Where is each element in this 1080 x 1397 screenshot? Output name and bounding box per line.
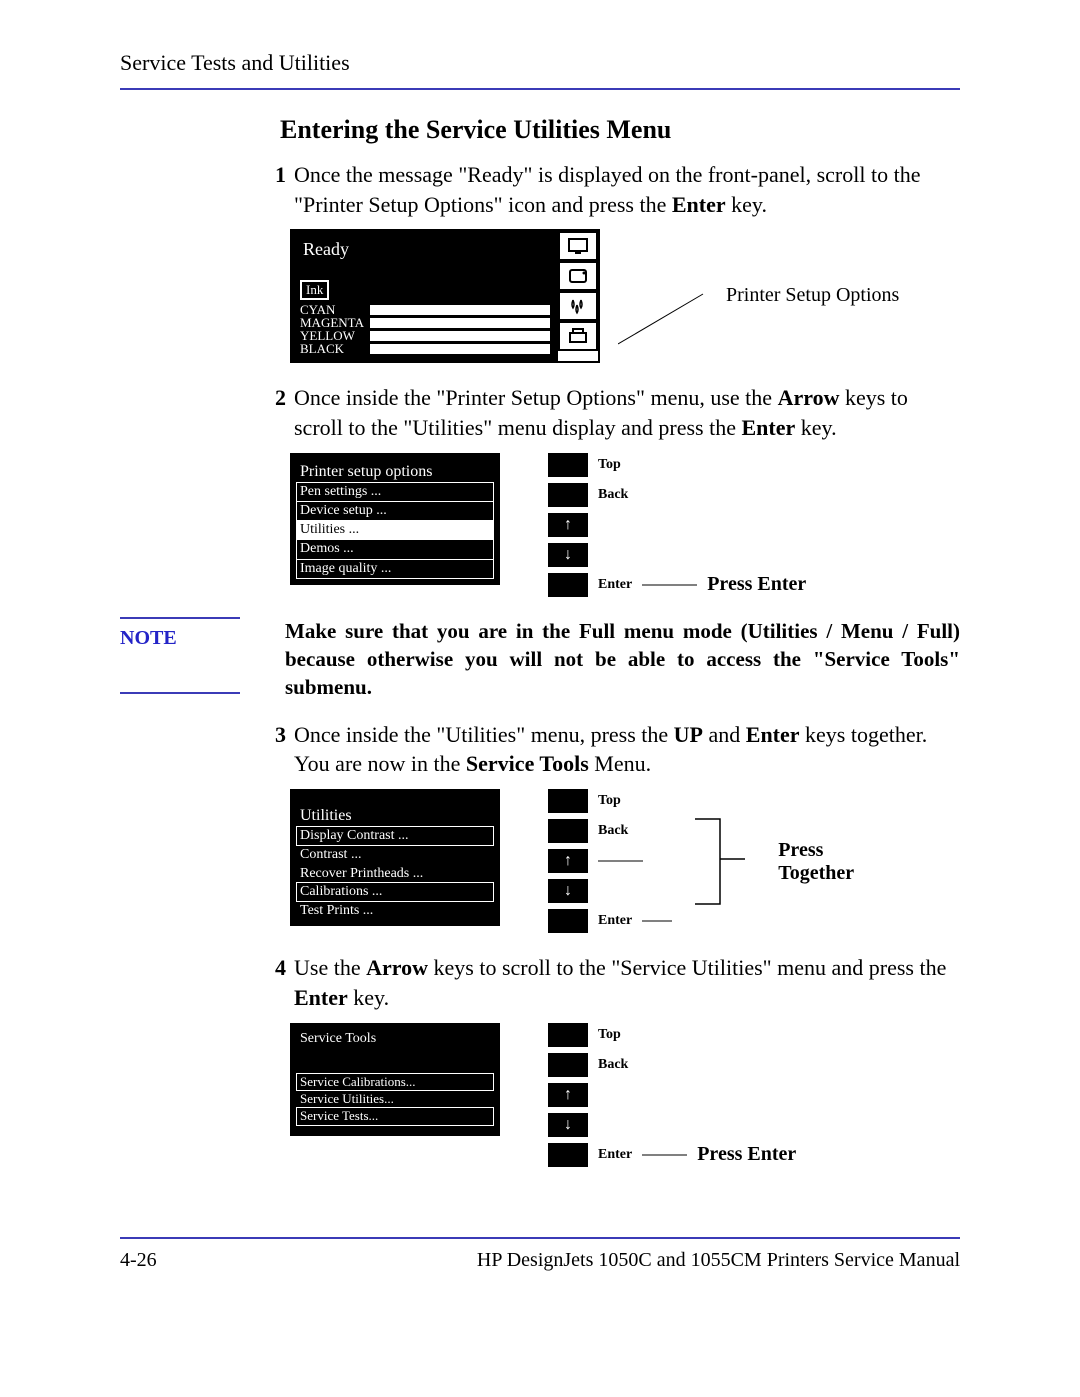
annotation-press-enter: Press Enter bbox=[697, 1143, 796, 1166]
monitor-icon bbox=[558, 231, 598, 261]
header-left: Service Tests and Utilities bbox=[120, 50, 350, 76]
ink-drops-icon bbox=[558, 291, 598, 321]
back-button bbox=[548, 819, 588, 843]
step-text: Once the message "Ready" is displayed on… bbox=[294, 160, 960, 219]
enter-button bbox=[548, 1143, 588, 1167]
lcd-panel-ready: Ready Ink CYAN MAGENTA YELLOW BLACK bbox=[290, 229, 600, 363]
top-button bbox=[548, 789, 588, 813]
menu-item: Calibrations ... bbox=[296, 882, 494, 902]
step-2: 2 Once inside the "Printer Setup Options… bbox=[260, 383, 960, 442]
menu-title: Utilities bbox=[296, 805, 494, 827]
page-number: 4-26 bbox=[120, 1249, 157, 1272]
bracket-icon bbox=[690, 799, 760, 919]
step-3: 3 Once inside the "Utilities" menu, pres… bbox=[260, 720, 960, 779]
footer-manual-title: HP DesignJets 1050C and 1055CM Printers … bbox=[477, 1249, 960, 1272]
menu-item: Image quality ... bbox=[296, 559, 494, 579]
top-button bbox=[548, 453, 588, 477]
menu-item: Display Contrast ... bbox=[296, 826, 494, 846]
callout-line bbox=[598, 856, 643, 866]
annotation-press-together: Press Together bbox=[778, 789, 854, 885]
menu-item: Test Prints ... bbox=[296, 902, 494, 920]
callout-line bbox=[642, 1150, 687, 1160]
page-footer: 4-26 HP DesignJets 1050C and 1055CM Prin… bbox=[120, 1237, 960, 1272]
back-button bbox=[548, 1053, 588, 1077]
step-number: 1 bbox=[260, 160, 286, 190]
printer-setup-icon bbox=[558, 321, 598, 351]
menu-item: Service Tests... bbox=[296, 1107, 494, 1126]
annotation-press-enter: Press Enter bbox=[707, 573, 806, 596]
callout-line bbox=[642, 580, 697, 590]
menu-item: Demos ... bbox=[296, 539, 494, 559]
note-block: NOTE Make sure that you are in the Full … bbox=[120, 617, 960, 702]
document-page: Service Tests and Utilities Entering the… bbox=[0, 0, 1080, 1312]
top-button bbox=[548, 1023, 588, 1047]
figure-1: Ready Ink CYAN MAGENTA YELLOW BLACK bbox=[290, 229, 960, 363]
figure-3: Utilities Display Contrast ... Contrast … bbox=[290, 789, 960, 933]
up-button: ↑ bbox=[548, 513, 588, 537]
step-text: Once inside the "Printer Setup Options" … bbox=[294, 383, 960, 442]
lcd-panel-service-tools: Service Tools Service Calibrations... Se… bbox=[290, 1023, 500, 1137]
step-1: 1 Once the message "Ready" is displayed … bbox=[260, 160, 960, 219]
menu-item: Pen settings ... bbox=[296, 482, 494, 502]
step-number: 3 bbox=[260, 720, 286, 750]
down-button: ↓ bbox=[548, 879, 588, 903]
step-number: 4 bbox=[260, 953, 286, 983]
callout-line bbox=[642, 916, 672, 926]
button-column: Top Back ↑ ↓ Enter Press Enter bbox=[548, 453, 806, 597]
button-column: Top Back ↑ ↓ Enter Press Enter bbox=[548, 1023, 796, 1167]
down-button: ↓ bbox=[548, 543, 588, 567]
note-body: Make sure that you are in the Full menu … bbox=[285, 617, 960, 702]
back-button bbox=[548, 483, 588, 507]
menu-item: Device setup ... bbox=[296, 501, 494, 521]
lcd-icon-column bbox=[558, 231, 598, 361]
section-title: Entering the Service Utilities Menu bbox=[280, 115, 960, 145]
ink-box: Ink bbox=[300, 280, 329, 300]
menu-item: Service Utilities... bbox=[296, 1091, 494, 1108]
step-text: Once inside the "Utilities" menu, press … bbox=[294, 720, 960, 779]
up-button: ↑ bbox=[548, 849, 588, 873]
enter-button bbox=[548, 573, 588, 597]
step-text: Use the Arrow keys to scroll to the "Ser… bbox=[294, 953, 960, 1012]
page-header: Service Tests and Utilities bbox=[120, 50, 960, 90]
media-icon bbox=[558, 261, 598, 291]
annotation-printer-setup: Printer Setup Options bbox=[726, 229, 899, 307]
menu-item: Contrast ... bbox=[296, 846, 494, 864]
down-button: ↓ bbox=[548, 1113, 588, 1137]
figure-2: Printer setup options Pen settings ... D… bbox=[290, 453, 960, 597]
figure-4: Service Tools Service Calibrations... Se… bbox=[290, 1023, 960, 1167]
menu-item: Service Calibrations... bbox=[296, 1073, 494, 1092]
callout-line bbox=[618, 289, 708, 349]
ink-rows: CYAN MAGENTA YELLOW BLACK bbox=[300, 303, 550, 355]
menu-title: Printer setup options bbox=[296, 461, 494, 483]
step-number: 2 bbox=[260, 383, 286, 413]
menu-item: Recover Printheads ... bbox=[296, 865, 494, 883]
button-column: Top Back ↑ ↓ Enter bbox=[548, 789, 672, 933]
lcd-panel-menu: Printer setup options Pen settings ... D… bbox=[290, 453, 500, 585]
menu-item-highlighted: Utilities ... bbox=[296, 520, 494, 540]
up-button: ↑ bbox=[548, 1083, 588, 1107]
lcd-panel-utilities: Utilities Display Contrast ... Contrast … bbox=[290, 789, 500, 926]
step-4: 4 Use the Arrow keys to scroll to the "S… bbox=[260, 953, 960, 1012]
enter-button bbox=[548, 909, 588, 933]
menu-title: Service Tools bbox=[296, 1029, 494, 1049]
note-label: NOTE bbox=[120, 617, 240, 694]
lcd-title: Ready bbox=[300, 239, 550, 260]
